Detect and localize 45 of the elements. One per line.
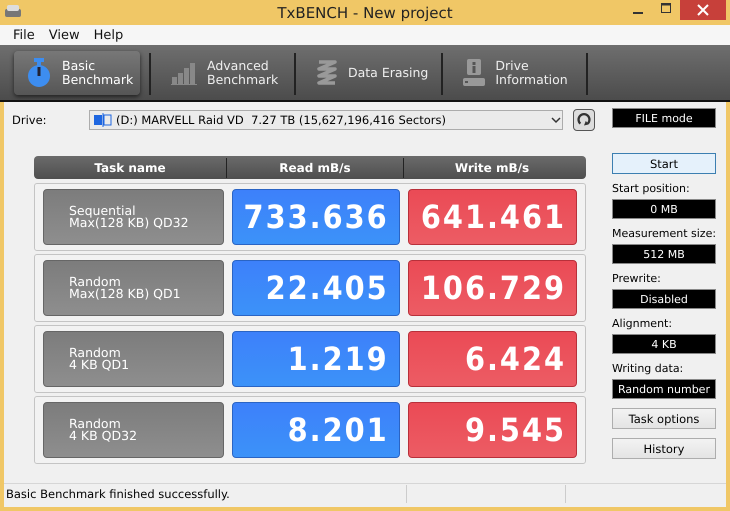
write-result: 641.461 <box>408 189 577 245</box>
bar-chart-icon <box>171 61 197 85</box>
side-button[interactable]: Task options <box>612 408 716 429</box>
spring-icon <box>316 59 338 87</box>
menu-item[interactable]: View <box>42 28 87 42</box>
drive-icon <box>94 113 112 127</box>
setting-value: 512 MB <box>612 244 716 264</box>
task-name-button[interactable]: Random Max(128 KB) QD1 <box>43 260 224 316</box>
dropdown-caret-icon <box>550 116 562 124</box>
write-result: 9.545 <box>408 402 577 458</box>
write-result: 6.424 <box>408 331 577 387</box>
app-icon <box>4 4 22 18</box>
setting-label: Alignment: <box>612 317 674 330</box>
task-name-button[interactable]: Random 4 KB QD32 <box>43 402 224 458</box>
column-header: Task name <box>34 158 227 178</box>
read-result: 22.405 <box>232 260 400 316</box>
read-result: 733.636 <box>232 189 400 245</box>
drive-info-icon <box>463 59 486 87</box>
close-icon[interactable] <box>680 0 726 20</box>
drive-dropdown[interactable]: (D:) MARVELL Raid VD 7.27 TB (15,627,196,416 Sectors) <box>89 110 563 130</box>
status-text: Basic Benchmark finished successfully. <box>5 487 231 501</box>
setting-value: Disabled <box>612 289 716 309</box>
read-result: 8.201 <box>232 402 400 458</box>
setting-label: Measurement size: <box>612 227 716 240</box>
start-button[interactable]: Start <box>612 153 716 174</box>
window-title: TxBENCH - New project <box>277 4 453 22</box>
side-button[interactable]: History <box>612 438 716 459</box>
task-name-button[interactable]: Random 4 KB QD1 <box>43 331 224 387</box>
menu-item[interactable]: Help <box>86 28 130 42</box>
column-header: Write mB/s <box>454 160 530 176</box>
read-result: 1.219 <box>232 331 400 387</box>
menu-item[interactable]: File <box>6 28 42 42</box>
setting-value: Random number <box>612 379 716 399</box>
setting-value: 4 KB <box>612 334 716 354</box>
task-name-button[interactable]: Sequential Max(128 KB) QD32 <box>43 189 224 245</box>
refresh-button[interactable] <box>573 109 595 131</box>
column-header: Read mB/s <box>227 158 404 178</box>
setting-label: Prewrite: <box>612 272 662 285</box>
setting-value: 0 MB <box>612 199 716 219</box>
mode-display: FILE mode <box>612 108 716 128</box>
write-result: 106.729 <box>408 260 577 316</box>
drive-label: Drive: <box>12 113 48 127</box>
setting-label: Writing data: <box>612 362 684 375</box>
stopwatch-icon <box>26 58 52 88</box>
setting-label: Start position: <box>612 182 691 195</box>
